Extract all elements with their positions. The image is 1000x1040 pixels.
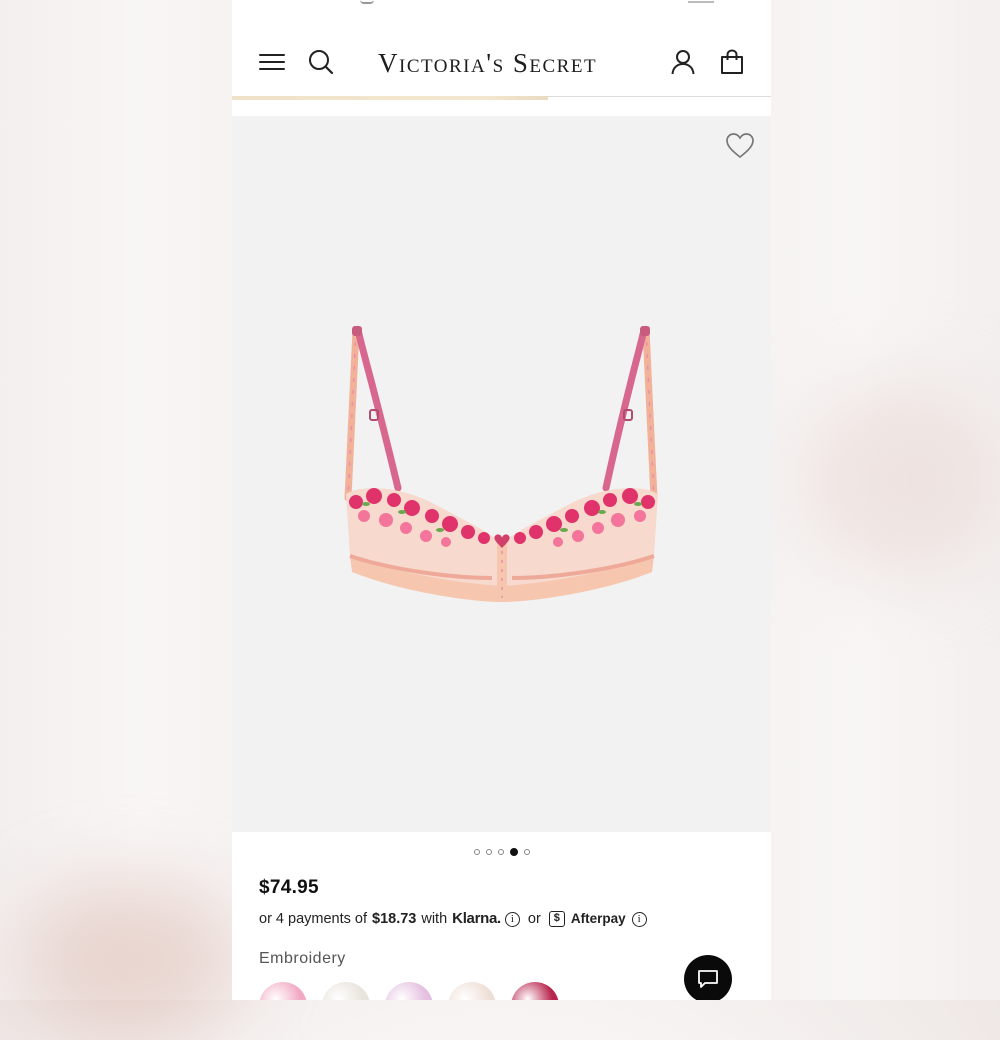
chat-icon [698, 970, 718, 988]
brand-logo[interactable]: Victoria's Secret [378, 48, 628, 78]
color-swatches [259, 982, 679, 1000]
phone-screen: Victoria's Secret $74.95 or 4 payments o… [232, 0, 771, 1000]
swatch-ivory-lace[interactable] [322, 982, 370, 1000]
installment-payments: or 4 payments of $18.73 with Klarna. i o… [259, 908, 759, 930]
variant-label: Embroidery [259, 950, 346, 967]
background-blur-blob [800, 380, 1000, 580]
shopping-bag-icon[interactable] [718, 48, 746, 76]
gallery-dot[interactable] [473, 849, 480, 855]
gallery-dot[interactable] [509, 848, 518, 856]
status-icon [360, 0, 374, 4]
gallery-pagination [232, 846, 771, 858]
klarna-logo: Klarna. [452, 910, 501, 927]
background-blur-blob [20, 880, 240, 1040]
swatch-pink-floral[interactable] [259, 982, 307, 1000]
heart-icon[interactable] [725, 132, 755, 160]
swatch-pastel-blue[interactable] [448, 982, 496, 1000]
account-icon[interactable] [669, 48, 697, 76]
gallery-dot[interactable] [523, 849, 530, 855]
klarna-info-icon[interactable]: i [504, 911, 520, 927]
afterpay-logo: Afterpay [570, 911, 626, 926]
payments-with: with [421, 911, 448, 927]
swatch-lilac-floral[interactable] [385, 982, 433, 1000]
product-image-gallery[interactable] [232, 116, 771, 832]
product-price: $74.95 [259, 877, 319, 898]
search-icon[interactable] [307, 48, 335, 76]
hamburger-icon[interactable] [259, 52, 285, 72]
afterpay-info-icon[interactable]: i [631, 911, 647, 927]
background-left [0, 0, 232, 1000]
product-image-bra [344, 326, 658, 602]
swatch-berry-floral[interactable] [511, 982, 559, 1000]
payments-prefix: or 4 payments of [259, 911, 367, 927]
status-bar [232, 0, 771, 14]
gallery-dot[interactable] [497, 849, 504, 855]
payments-amount: $18.73 [372, 911, 417, 927]
gallery-dot[interactable] [485, 849, 492, 855]
chat-button[interactable] [684, 955, 732, 1000]
status-icon [688, 0, 714, 3]
payments-or: or [527, 911, 541, 927]
site-header: Victoria's Secret [232, 30, 771, 97]
promo-banner-strip [232, 96, 548, 100]
afterpay-icon: $ [548, 911, 565, 927]
